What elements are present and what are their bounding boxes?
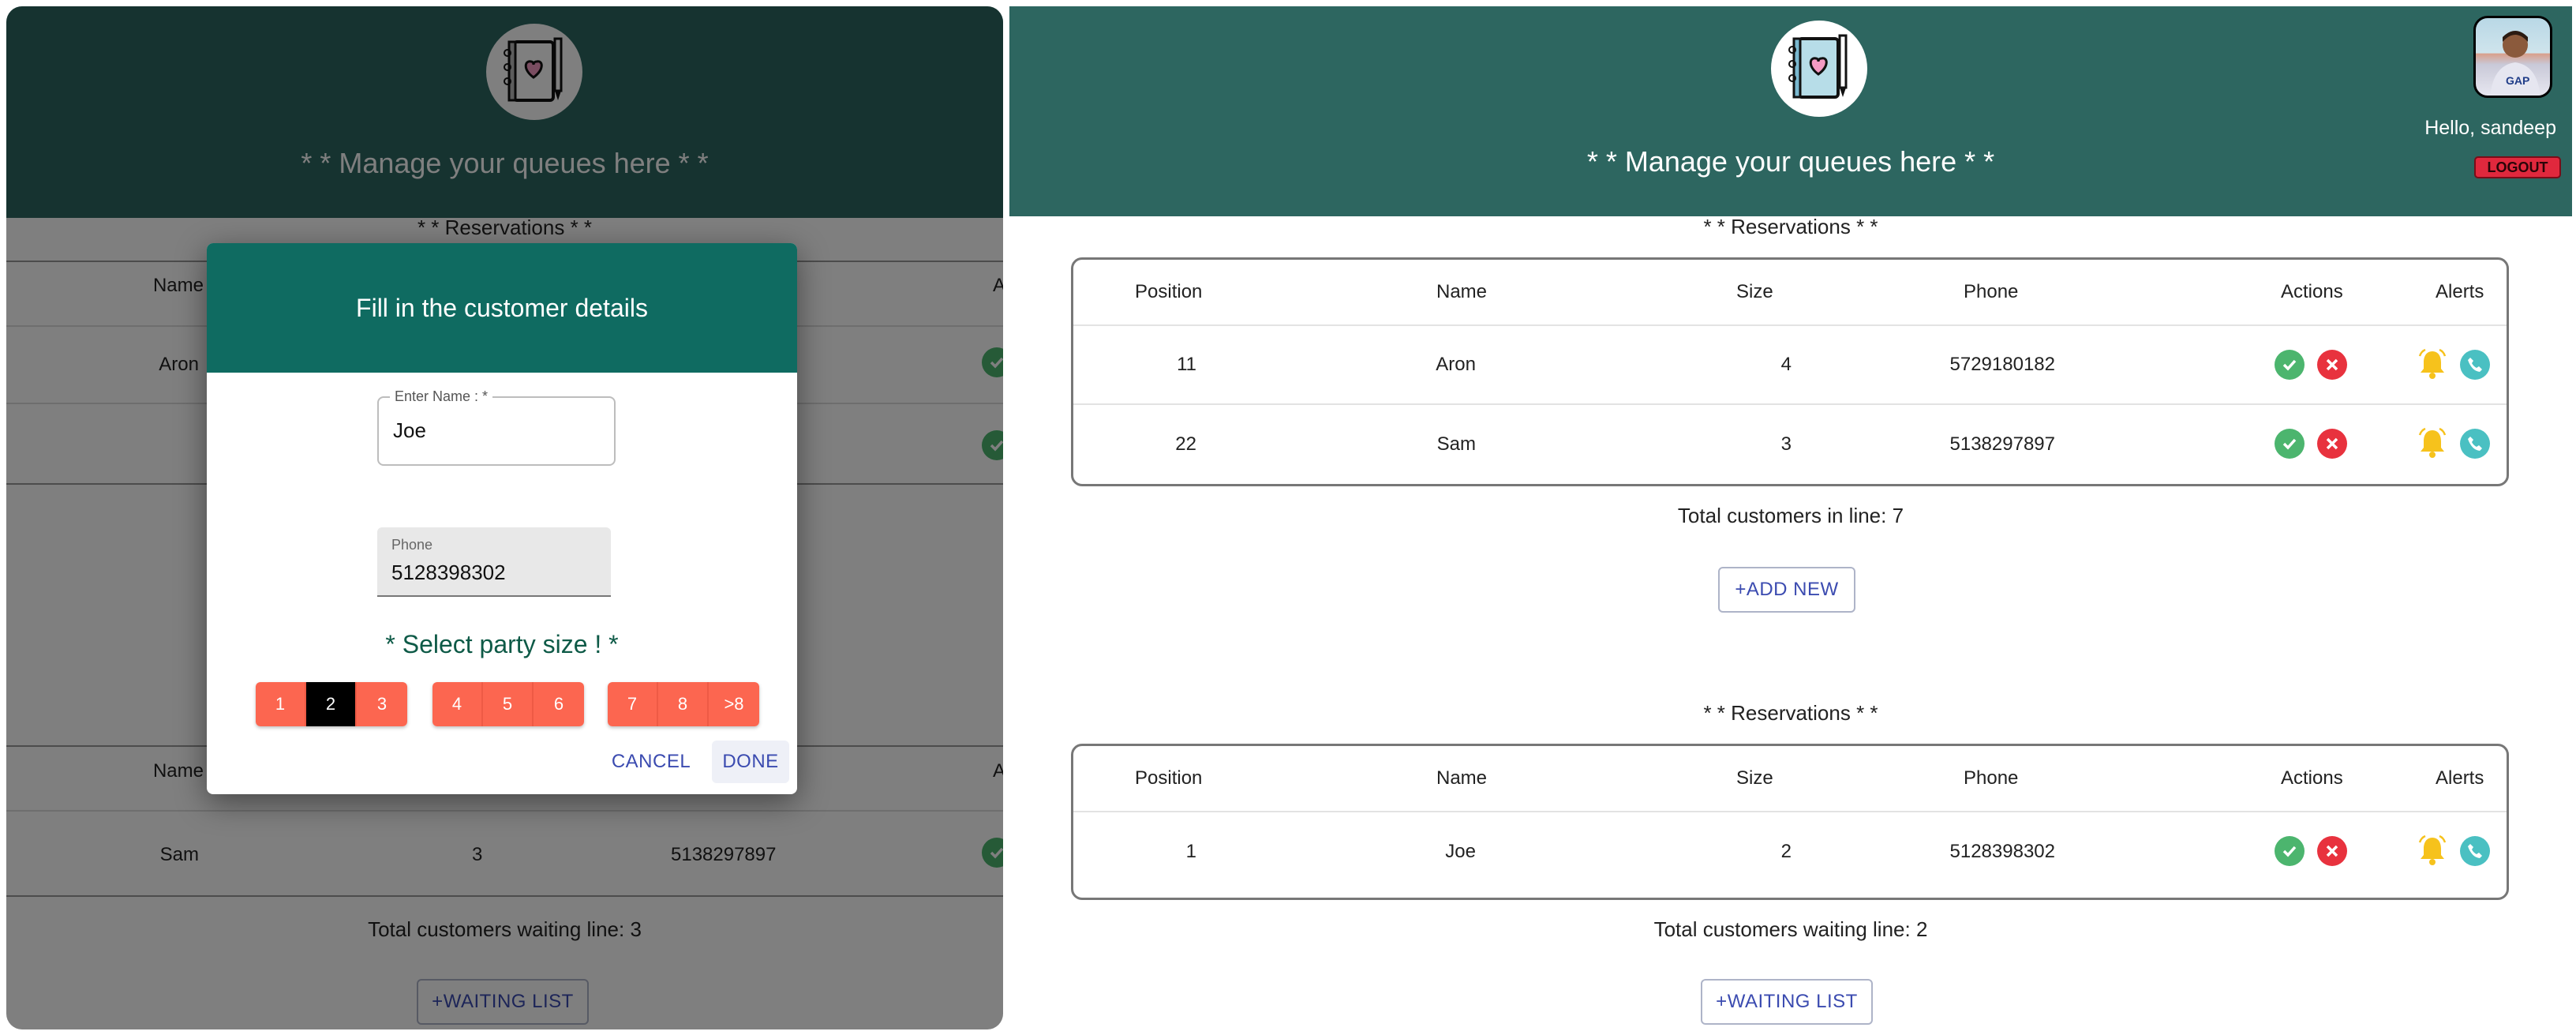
col-position-header: Position [1135, 281, 1203, 302]
phone-field[interactable]: Phone 5128398302 [377, 527, 611, 597]
table-row: 11 Aron 4 5729180182 [1073, 326, 2507, 405]
cell-phone: 5128398302 [1949, 841, 2055, 862]
cell-name: Sam [1436, 433, 1476, 455]
col-actions-header: Actions [2281, 281, 2343, 302]
waiting-list-button[interactable]: +WAITING LIST [1701, 979, 1873, 1025]
logout-button[interactable]: LOGOUT [2474, 156, 2561, 178]
cell-name: Joe [1445, 841, 1476, 862]
size-button-4[interactable]: 4 [432, 682, 483, 726]
party-size-group-2: 4 5 6 [432, 682, 584, 726]
col-alerts-header: Alerts [2436, 281, 2484, 302]
customer-details-dialog: Fill in the customer details Enter Name … [207, 243, 797, 794]
check-circle-icon[interactable] [2275, 350, 2305, 380]
name-input[interactable]: Joe [393, 418, 426, 443]
phone-call-icon[interactable] [2460, 429, 2490, 459]
party-size-group-3: 7 8 >8 [608, 682, 759, 726]
cell-position: 22 [1175, 433, 1196, 455]
table-header-row: Position Name Size Phone Actions Alerts [1073, 260, 2507, 326]
svg-text:GAP: GAP [2506, 74, 2529, 87]
cell-name: Aron [1436, 354, 1476, 375]
col-name-header: Name [1436, 767, 1488, 789]
table-row: 1 Joe 2 5128398302 [1073, 812, 2507, 891]
size-button-1[interactable]: 1 [256, 682, 306, 726]
size-button-6[interactable]: 6 [534, 682, 584, 726]
cell-position: 11 [1177, 354, 1196, 375]
avatar[interactable]: GAP [2473, 16, 2552, 98]
cell-size: 3 [1780, 433, 1792, 455]
right-panel: * * Manage your queues here * * GAP Hell… [1009, 6, 2572, 1029]
reservations-title: * * Reservations * * [1703, 215, 1878, 238]
col-position-header: Position [1135, 767, 1203, 789]
waiting-table: Position Name Size Phone Actions Alerts … [1071, 744, 2509, 900]
party-size-label: * Select party size ! * [385, 630, 619, 658]
size-button-2[interactable]: 2 [306, 682, 357, 726]
col-size-header: Size [1736, 767, 1773, 789]
phone-call-icon[interactable] [2460, 836, 2490, 866]
header: * * Manage your queues here * * GAP Hell… [1009, 6, 2572, 216]
waiting-title: * * Reservations * * [1703, 701, 1878, 725]
reservations-table: Position Name Size Phone Actions Alerts … [1071, 257, 2509, 486]
name-field[interactable]: Enter Name : * Joe [377, 388, 616, 466]
col-phone-header: Phone [1964, 281, 2019, 302]
cancel-circle-icon[interactable] [2317, 429, 2347, 459]
cancel-circle-icon[interactable] [2317, 350, 2347, 380]
phone-call-icon[interactable] [2460, 350, 2490, 380]
col-phone-header: Phone [1964, 767, 2019, 789]
col-size-header: Size [1736, 281, 1773, 302]
size-button-3[interactable]: 3 [357, 682, 407, 726]
cell-size: 4 [1780, 354, 1792, 375]
total-waiting: Total customers waiting line: 2 [1653, 917, 1928, 941]
size-button-7[interactable]: 7 [608, 682, 658, 726]
greeting: Hello, sandeep [2424, 117, 2556, 139]
notebook-heart-logo [1771, 21, 1867, 117]
party-size-group-1: 1 2 3 [256, 682, 407, 726]
dialog-title: Fill in the customer details [207, 243, 797, 373]
check-circle-icon[interactable] [2275, 429, 2305, 459]
done-button[interactable]: DONE [712, 741, 789, 783]
bell-icon[interactable] [2417, 348, 2447, 379]
left-panel: * * Manage your queues here * * * * Rese… [6, 6, 1003, 1029]
table-header-row: Position Name Size Phone Actions Alerts [1073, 746, 2507, 812]
cancel-button[interactable]: CANCEL [605, 741, 698, 783]
phone-label: Phone [391, 537, 433, 553]
check-circle-icon[interactable] [2275, 836, 2305, 866]
col-name-header: Name [1436, 281, 1488, 302]
cell-position: 1 [1185, 841, 1196, 862]
size-button-8[interactable]: 8 [658, 682, 709, 726]
col-alerts-header: Alerts [2436, 767, 2484, 789]
phone-input[interactable]: 5128398302 [391, 561, 506, 585]
bell-icon[interactable] [2417, 834, 2447, 865]
name-label: Enter Name : * [390, 388, 493, 405]
add-new-button[interactable]: +ADD NEW [1718, 567, 1855, 613]
col-actions-header: Actions [2281, 767, 2343, 789]
table-row: 22 Sam 3 5138297897 [1073, 405, 2507, 484]
cancel-circle-icon[interactable] [2317, 836, 2347, 866]
size-button-5[interactable]: 5 [483, 682, 534, 726]
bell-icon[interactable] [2417, 427, 2447, 458]
cell-size: 2 [1780, 841, 1792, 862]
cell-phone: 5729180182 [1949, 354, 2055, 375]
total-in-line: Total customers in line: 7 [1677, 504, 1904, 527]
header-title: * * Manage your queues here * * [1586, 145, 1995, 178]
cell-phone: 5138297897 [1949, 433, 2055, 455]
size-button-more-than-8[interactable]: >8 [709, 682, 759, 726]
